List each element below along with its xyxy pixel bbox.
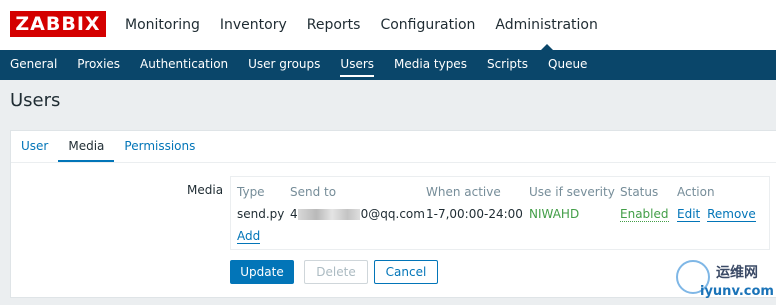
remove-link[interactable]: Remove	[707, 207, 756, 222]
header-use-if-severity: Use if severity	[529, 185, 615, 199]
severity-cell: NIWAHD	[529, 207, 580, 221]
header-type: Type	[237, 185, 265, 199]
header-status: Status	[620, 185, 659, 199]
header-send-to: Send to	[290, 185, 337, 199]
sub-nav-media-types[interactable]: Media types	[384, 50, 477, 80]
send-to-suffix: 0@qq.com	[360, 207, 425, 221]
main-nav-reports[interactable]: Reports	[297, 0, 371, 50]
watermark-line1: 运维网	[716, 265, 758, 281]
sub-nav-general[interactable]: General	[0, 50, 67, 80]
media-label: Media	[187, 183, 224, 197]
add-media-link[interactable]: Add	[237, 229, 261, 244]
sub-nav-proxies[interactable]: Proxies	[67, 50, 130, 80]
action-cell: Edit Remove	[677, 207, 756, 222]
main-nav-monitoring[interactable]: Monitoring	[115, 0, 210, 50]
sub-nav: General Proxies Authentication User grou…	[0, 50, 776, 80]
tab-divider	[11, 162, 776, 163]
send-to-cell: 4 0@qq.com	[290, 207, 425, 221]
main-nav-configuration[interactable]: Configuration	[370, 0, 485, 50]
tab-media[interactable]: Media	[58, 131, 115, 163]
header-when-active: When active	[426, 185, 501, 199]
header-action: Action	[677, 185, 715, 199]
zabbix-logo[interactable]: ZABBIX	[10, 11, 106, 37]
main-nav-inventory[interactable]: Inventory	[210, 0, 297, 50]
top-bar: ZABBIX Monitoring Inventory Reports Conf…	[0, 0, 776, 50]
status-cell: Enabled	[620, 207, 669, 222]
status-enabled-link[interactable]: Enabled	[620, 207, 669, 222]
delete-button[interactable]: Delete	[304, 260, 368, 284]
edit-link[interactable]: Edit	[677, 207, 701, 222]
send-to-prefix: 4	[290, 207, 298, 221]
tab-user[interactable]: User	[11, 131, 58, 163]
when-active-cell: 1-7,00:00-24:00	[426, 207, 523, 221]
media-type-cell: send.py	[237, 207, 285, 221]
sub-nav-authentication[interactable]: Authentication	[130, 50, 238, 80]
sub-nav-user-groups[interactable]: User groups	[238, 50, 330, 80]
redacted-address	[297, 209, 360, 220]
sub-nav-scripts[interactable]: Scripts	[477, 50, 538, 80]
update-button[interactable]: Update	[230, 260, 294, 284]
sub-nav-users[interactable]: Users	[330, 50, 384, 80]
cancel-button[interactable]: Cancel	[374, 260, 438, 284]
tab-permissions[interactable]: Permissions	[114, 131, 205, 163]
sub-nav-queue[interactable]: Queue	[538, 50, 597, 80]
media-table: Type Send to When active Use if severity…	[230, 176, 770, 250]
site-watermark: 运维网 iyunv.com	[672, 258, 776, 305]
main-nav: Monitoring Inventory Reports Configurati…	[115, 0, 608, 50]
main-nav-administration[interactable]: Administration	[485, 0, 607, 50]
add-cell: Add	[237, 229, 261, 244]
page-title: Users	[10, 90, 61, 111]
watermark-line2: iyunv.com	[700, 284, 774, 299]
form-tabs: User Media Permissions	[11, 131, 205, 163]
user-form-panel: User Media Permissions Media Type Send t…	[10, 130, 776, 298]
